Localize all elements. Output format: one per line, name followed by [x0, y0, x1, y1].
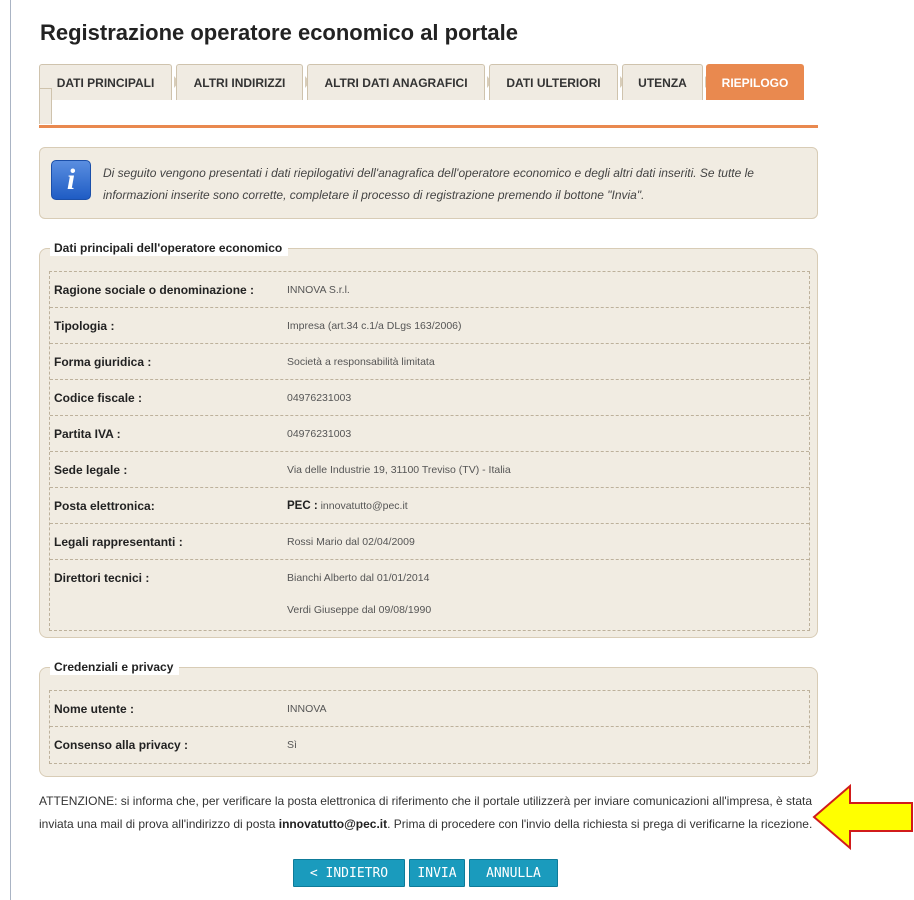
row-value: PEC : innovatutto@pec.it: [287, 500, 408, 512]
info-box: i Di seguito vengono presentati i dati r…: [39, 147, 818, 219]
tab-utenza[interactable]: UTENZA: [622, 64, 703, 100]
row-forma-giuridica: Forma giuridica : Società a responsabili…: [50, 344, 809, 380]
tab-altri-dati-anagrafici[interactable]: ALTRI DATI ANAGRAFICI: [307, 64, 485, 100]
row-ragione-sociale: Ragione sociale o denominazione : INNOVA…: [50, 272, 809, 308]
cancel-button[interactable]: ANNULLA: [469, 859, 558, 887]
row-direttori-tecnici: Direttori tecnici : Bianchi Alberto dal …: [50, 560, 809, 630]
fieldset-legend: Credenziali e privacy: [50, 659, 180, 675]
back-button[interactable]: < INDIETRO: [293, 859, 405, 887]
row-sede-legale: Sede legale : Via delle Industrie 19, 31…: [50, 452, 809, 488]
row-label: Codice fiscale :: [54, 391, 143, 405]
info-text: Di seguito vengono presentati i dati rie…: [103, 166, 754, 202]
row-value: Verdi Giuseppe dal 09/08/1990: [287, 604, 432, 616]
fieldset-legend: Dati principali dell'operatore economico: [50, 240, 289, 256]
warning-email: innovatutto@pec.it: [278, 817, 388, 831]
row-value: 04976231003: [287, 428, 352, 440]
row-label: Direttori tecnici :: [54, 571, 150, 585]
row-value: Rossi Mario dal 02/04/2009: [287, 536, 415, 548]
row-consenso-privacy: Consenso alla privacy : Sì: [50, 727, 809, 763]
summary-table: Nome utente : INNOVA Consenso alla priva…: [49, 690, 810, 764]
send-button[interactable]: INVIA: [409, 859, 465, 887]
page-title: Registrazione operatore economico al por…: [40, 20, 519, 45]
row-value: Sì: [287, 739, 297, 751]
row-label: Posta elettronica:: [54, 499, 155, 513]
tab-altri-indirizzi[interactable]: ALTRI INDIRIZZI: [176, 64, 303, 100]
row-label: Forma giuridica :: [54, 355, 152, 369]
row-tipologia: Tipologia : Impresa (art.34 c.1/a DLgs 1…: [50, 308, 809, 344]
row-value: Bianchi Alberto dal 01/01/2014: [287, 572, 430, 584]
row-label: Sede legale :: [54, 463, 128, 477]
tab-underline: [39, 125, 818, 128]
row-label: Consenso alla privacy :: [54, 738, 189, 752]
row-value: Via delle Industrie 19, 31100 Treviso (T…: [287, 464, 511, 476]
row-label: Nome utente :: [54, 702, 135, 716]
row-value: INNOVA: [287, 703, 327, 715]
tab-wrap-stub: [39, 88, 52, 124]
row-label: Partita IVA :: [54, 427, 121, 441]
fieldset-credenziali: Credenziali e privacy Nome utente : INNO…: [39, 659, 818, 777]
row-value: Società a responsabilità limitata: [287, 356, 435, 368]
row-label: Ragione sociale o denominazione :: [54, 283, 255, 297]
summary-table: Ragione sociale o denominazione : INNOVA…: [49, 271, 810, 631]
warning-message: ATTENZIONE: si informa che, per verifica…: [39, 790, 819, 836]
row-partita-iva: Partita IVA : 04976231003: [50, 416, 809, 452]
pec-prefix: PEC :: [287, 500, 318, 512]
row-label: Tipologia :: [54, 319, 115, 333]
row-value: Impresa (art.34 c.1/a DLgs 163/2006): [287, 320, 462, 332]
row-nome-utente: Nome utente : INNOVA: [50, 691, 809, 727]
tab-dati-ulteriori[interactable]: DATI ULTERIORI: [489, 64, 618, 100]
row-value: INNOVA S.r.l.: [287, 284, 350, 296]
row-posta-elettronica: Posta elettronica: PEC : innovatutto@pec…: [50, 488, 809, 524]
warning-text: . Prima di procedere con l'invio della r…: [387, 817, 813, 831]
info-icon: i: [51, 160, 91, 200]
row-codice-fiscale: Codice fiscale : 04976231003: [50, 380, 809, 416]
row-legali-rappresentanti: Legali rappresentanti : Rossi Mario dal …: [50, 524, 809, 560]
arrow-shape: [812, 783, 913, 851]
pec-address: innovatutto@pec.it: [320, 500, 408, 512]
tab-dati-principali[interactable]: DATI PRINCIPALI: [39, 64, 172, 100]
tab-riepilogo[interactable]: RIEPILOGO: [706, 64, 804, 100]
arrow-left-icon: [812, 783, 913, 851]
row-value: 04976231003: [287, 392, 352, 404]
row-label: Legali rappresentanti :: [54, 535, 183, 549]
fieldset-dati-principali: Dati principali dell'operatore economico…: [39, 240, 818, 638]
